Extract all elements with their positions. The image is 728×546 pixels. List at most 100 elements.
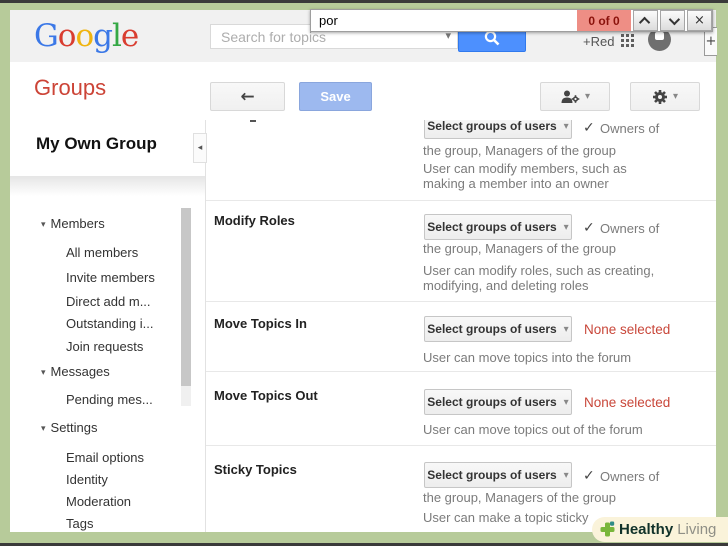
- select-groups-label: Select groups of users: [427, 120, 557, 133]
- select-groups-button[interactable]: Select groups of users ▾: [424, 214, 572, 240]
- check-icon: ✓: [583, 220, 595, 236]
- sidebar-item-outstanding[interactable]: Outstanding i...: [66, 316, 153, 332]
- chevron-down-icon: ▾: [672, 91, 679, 102]
- row-separator: [206, 445, 716, 446]
- section-arrow-icon: ▾: [41, 368, 46, 378]
- row-label-modify-roles: Modify Roles: [214, 213, 295, 228]
- sidebar-item-moderation[interactable]: Moderation: [66, 494, 131, 510]
- gear-icon: [652, 89, 667, 104]
- sidebar-item-tags[interactable]: Tags: [66, 516, 93, 532]
- close-icon: ×: [694, 13, 705, 28]
- chevron-down-icon: [668, 13, 680, 25]
- clipped-label-fragment: [250, 120, 256, 122]
- logo-letter: g: [93, 18, 113, 54]
- app-window: Google ▾ +Red + Groups ←: [10, 10, 717, 532]
- row-separator: [206, 200, 716, 201]
- sidebar-item-label: Settings: [50, 420, 98, 435]
- page-title: Groups: [34, 75, 107, 100]
- back-button[interactable]: ←: [210, 82, 285, 111]
- sidebar-scrollbar-thumb[interactable]: [181, 208, 191, 386]
- check-icon: ✓: [583, 468, 595, 484]
- logo-letter: o: [75, 18, 94, 54]
- find-bar: 0 of 0 ×: [310, 9, 713, 32]
- select-groups-label: Select groups of users: [427, 220, 557, 234]
- select-groups-button[interactable]: Select groups of users ▾: [424, 389, 572, 415]
- row-description: modifying, and deleting roles: [423, 278, 589, 293]
- chevron-down-icon: ▾: [584, 91, 591, 102]
- group-name-title: My Own Group: [36, 134, 157, 153]
- sidebar-header-shadow: [10, 176, 205, 196]
- row-label-move-topics-in: Move Topics In: [214, 316, 307, 331]
- sidebar-item-identity[interactable]: Identity: [66, 472, 108, 488]
- account-name-link[interactable]: +Red: [583, 34, 614, 49]
- select-groups-button[interactable]: Select groups of users ▾: [424, 316, 572, 342]
- sidebar-item-invite-members[interactable]: Invite members: [66, 270, 155, 286]
- find-previous-button[interactable]: [633, 10, 658, 31]
- row-description: User can make a topic sticky: [423, 510, 589, 525]
- chevron-down-icon: ▾: [563, 469, 569, 481]
- find-input[interactable]: [311, 12, 577, 29]
- sidebar-item-direct-add[interactable]: Direct add m...: [66, 294, 151, 310]
- status-wrap-text: the group, Managers of the group: [423, 143, 616, 158]
- back-arrow-icon: ←: [240, 86, 255, 107]
- status-text: Owners of: [600, 121, 660, 136]
- status-text: Owners of: [600, 469, 660, 484]
- sidebar-item-label: Moderation: [66, 494, 132, 509]
- sidebar-item-label: Join requests: [66, 339, 144, 354]
- manage-members-button[interactable]: ▾: [540, 82, 610, 111]
- chevron-down-icon: ▾: [563, 221, 569, 233]
- status-text: Owners of: [600, 221, 660, 236]
- row-label-move-topics-out: Move Topics Out: [214, 388, 318, 403]
- find-next-button[interactable]: [660, 10, 685, 31]
- screenshot-root: Google ▾ +Red + Groups ←: [0, 0, 728, 546]
- select-groups-button[interactable]: Select groups of users ▾: [424, 462, 572, 488]
- sidebar-item-label: Tags: [66, 516, 94, 531]
- select-groups-label: Select groups of users: [427, 322, 557, 336]
- permissions-panel: Select groups of users ▾ ✓ Owners of the …: [206, 120, 716, 532]
- row-separator: [206, 371, 716, 372]
- select-groups-label: Select groups of users: [427, 468, 557, 482]
- sidebar-scrollbar-track[interactable]: [181, 208, 191, 406]
- check-icon: ✓: [583, 120, 595, 136]
- find-match-count-badge: 0 of 0: [577, 10, 631, 31]
- sidebar-item-label: Messages: [50, 364, 110, 379]
- row-description: User can modify roles, such as creating,: [423, 263, 655, 278]
- sidebar-item-label: Members: [50, 216, 105, 231]
- sidebar-item-label: Email options: [66, 450, 145, 465]
- save-button[interactable]: Save: [299, 82, 372, 111]
- sidebar-item-settings[interactable]: ▾ Settings: [41, 420, 98, 436]
- groups-toolbar: Groups ← Save ▾ ▾: [10, 62, 716, 120]
- chevron-down-icon: ▾: [563, 396, 569, 408]
- status-none-selected: None selected: [584, 395, 671, 410]
- sidebar-item-label: Outstanding i...: [66, 316, 154, 331]
- chevron-down-icon: ▾: [563, 120, 569, 132]
- collapse-arrow-icon: ◂: [197, 143, 203, 153]
- chevron-down-icon: ▾: [563, 323, 569, 335]
- sidebar-item-join-requests[interactable]: Join requests: [66, 339, 143, 355]
- sidebar-item-messages[interactable]: ▾ Messages: [41, 364, 110, 380]
- sidebar-item-label: Pending mes...: [66, 392, 153, 407]
- settings-gear-button[interactable]: ▾: [630, 82, 700, 111]
- sidebar-item-all-members[interactable]: All members: [66, 245, 138, 261]
- person-gear-icon: [561, 90, 580, 103]
- find-close-button[interactable]: ×: [687, 10, 712, 31]
- status-wrap-text: the group, Managers of the group: [423, 241, 616, 256]
- sidebar-item-email-options[interactable]: Email options: [66, 450, 144, 466]
- select-groups-label: Select groups of users: [427, 395, 557, 409]
- row-label-sticky-topics: Sticky Topics: [214, 462, 297, 477]
- sidebar-item-label: All members: [66, 245, 139, 260]
- sidebar-item-members[interactable]: ▾ Members: [41, 216, 105, 232]
- sidebar-item-pending-messages[interactable]: Pending mes...: [66, 392, 153, 408]
- sidebar-item-label: Direct add m...: [66, 294, 151, 309]
- avatar-notch: [655, 32, 664, 40]
- logo-letter: G: [34, 18, 59, 54]
- row-description: User can move topics out of the forum: [423, 422, 643, 437]
- google-logo: Google: [34, 18, 139, 54]
- select-groups-button[interactable]: Select groups of users ▾: [424, 120, 572, 139]
- sidebar: My Own Group ◂ ▾ Members All members Invi…: [10, 120, 207, 532]
- logo-letter: l: [111, 18, 122, 54]
- apps-grid-icon[interactable]: [621, 34, 634, 47]
- sidebar-collapse-button[interactable]: ◂: [193, 133, 207, 163]
- logo-letter: e: [120, 18, 139, 54]
- logo-letter: o: [57, 18, 77, 54]
